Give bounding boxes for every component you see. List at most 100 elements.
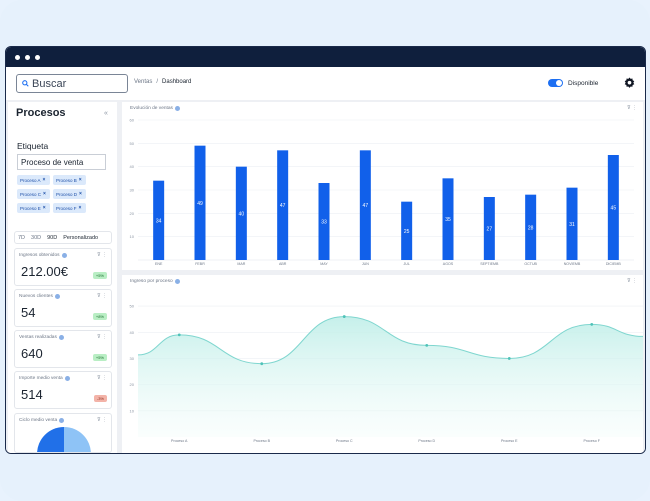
breadcrumb-ventas[interactable]: Ventas (134, 79, 152, 85)
x-tick-label: Proceso F (584, 439, 601, 443)
chip-label: Proceso F (56, 205, 77, 211)
chip-remove-icon[interactable]: × (79, 205, 82, 211)
breadcrumb-separator: / (156, 79, 159, 85)
info-icon[interactable] (58, 335, 64, 340)
chip-remove-icon[interactable]: × (79, 191, 82, 197)
tab-7d[interactable]: 7D (15, 235, 28, 241)
y-tick-label: 60 (130, 118, 135, 123)
dashboard-content: Procesos « Etiqueta Proceso de venta Pro… (6, 100, 645, 453)
tag-select[interactable]: Proceso de venta (17, 154, 106, 170)
data-point (177, 333, 181, 337)
bar-value-label: 49 (197, 201, 203, 207)
search-input[interactable]: Buscar (16, 74, 128, 93)
kpi-title: Importe medio venta (19, 376, 63, 381)
process-chip[interactable]: Proceso B × (53, 175, 86, 185)
bar-value-label: 34 (156, 218, 162, 224)
info-icon[interactable] (61, 253, 67, 258)
kpi-card-ventas: Ventas realizadas ⊽ ⋮ 640 +5% (14, 330, 112, 368)
kpi-value: 54 (21, 305, 36, 320)
sidebar-title: Procesos (16, 107, 66, 119)
bar-value-label: 25 (404, 229, 410, 235)
kpi-card-ingresos: Ingresos obtenidos ⊽ ⋮ 212.00€ +5% (14, 248, 112, 286)
filter-more-icon[interactable]: ⊽ ⋮ (97, 417, 107, 423)
process-chip[interactable]: Proceso A × (17, 175, 50, 185)
kpi-title: Ventas realizadas (19, 335, 57, 340)
data-point (342, 315, 346, 318)
availability-toggle[interactable] (548, 79, 563, 87)
chip-remove-icon[interactable]: × (43, 205, 46, 211)
window-dot-icon (35, 54, 40, 60)
process-chip[interactable]: Proceso E × (17, 203, 50, 213)
x-tick-label: MAY (320, 262, 328, 266)
top-bar: Buscar Ventas / Dashboard Disponible (6, 67, 645, 100)
x-tick-label: JUN (362, 262, 369, 266)
window-dot-icon (25, 54, 30, 60)
kpi-value: 640 (21, 346, 43, 361)
filter-more-icon[interactable]: ⊽ ⋮ (97, 252, 107, 258)
data-point (507, 357, 511, 360)
filter-more-icon[interactable]: ⊽ ⋮ (97, 334, 107, 340)
chip-remove-icon[interactable]: × (43, 177, 46, 183)
kpi-trend-badge: +5% (92, 272, 107, 279)
x-tick-label: DICIEMB (606, 262, 622, 266)
x-tick-label: Proceso B (253, 439, 270, 443)
x-tick-label: MAR (237, 262, 245, 266)
info-icon[interactable] (64, 376, 70, 381)
kpi-trend-badge: -3% (93, 395, 107, 402)
bar-value-label: 40 (239, 211, 245, 217)
tab-personalizado[interactable]: Personalizado (60, 235, 101, 241)
x-tick-label: ENE (155, 262, 163, 266)
collapse-icon[interactable]: « (104, 110, 108, 117)
pie-slice (37, 427, 64, 452)
x-tick-label: Proceso D (418, 439, 435, 443)
y-tick-label: 50 (130, 141, 135, 146)
breadcrumb-dashboard: Dashboard (162, 79, 192, 85)
kpi-value: 514 (21, 387, 43, 402)
process-chip[interactable]: Proceso C × (17, 189, 50, 199)
filter-more-icon[interactable]: ⊽ ⋮ (97, 293, 107, 299)
chip-label: Proceso E (20, 205, 41, 211)
bar-value-label: 33 (321, 220, 327, 226)
info-icon[interactable] (54, 294, 60, 299)
chip-label: Proceso B (56, 177, 77, 183)
y-tick-label: 40 (130, 164, 135, 169)
app-window: Buscar Ventas / Dashboard Disponible Pro… (5, 46, 646, 454)
kpi-card-ciclo: Ciclo medio venta ⊽ ⋮ (14, 413, 112, 453)
x-tick-label: ABR (279, 262, 287, 266)
chip-label: Proceso A (20, 177, 41, 183)
x-tick-label: JUL (403, 262, 409, 266)
date-range-tabs: 7D 30D 90D Personalizado (14, 231, 112, 244)
process-chip-list: Proceso A × Proceso B × Proceso C × Proceso… (17, 175, 107, 213)
chip-label: Proceso C (20, 191, 42, 197)
gear-icon[interactable] (624, 77, 635, 88)
filter-more-icon[interactable]: ⊽ ⋮ (97, 375, 107, 381)
y-tick-label: 50 (130, 304, 135, 309)
tag-label: Etiqueta (17, 141, 49, 151)
window-dot-icon (15, 54, 20, 60)
x-tick-label: Proceso A (171, 439, 188, 443)
bar-value-label: 35 (445, 217, 451, 223)
data-point (425, 343, 429, 347)
tab-90d[interactable]: 90D (44, 235, 60, 241)
search-placeholder: Buscar (32, 77, 67, 90)
kpi-title: Ingresos obtenidos (19, 253, 60, 258)
bar-value-label: 31 (569, 222, 575, 228)
tab-30d[interactable]: 30D (28, 235, 44, 241)
availability-label: Disponible (568, 80, 599, 87)
pie-slice (64, 427, 91, 452)
sales-evolution-panel: Evolución de ventas ⊽ ⋮ 10 20 30 40 50 60 34 EN… (122, 102, 643, 270)
app-frame: Buscar Ventas / Dashboard Disponible Pro… (0, 0, 650, 501)
kpi-title: Ciclo medio venta (19, 418, 58, 423)
data-point (260, 362, 264, 366)
y-tick-label: 20 (130, 211, 135, 216)
info-icon[interactable] (59, 418, 65, 423)
kpi-card-importe: Importe medio venta ⊽ ⋮ 514 -3% (14, 371, 112, 409)
x-tick-label: FEBR (195, 262, 205, 266)
process-chip[interactable]: Proceso F × (53, 203, 86, 213)
bar-value-label: 45 (611, 206, 617, 212)
kpi-card-clientes: Nuevos clientes ⊽ ⋮ 54 +8% (14, 289, 112, 327)
chip-remove-icon[interactable]: × (79, 177, 82, 183)
process-chip[interactable]: Proceso D × (53, 189, 86, 199)
chip-remove-icon[interactable]: × (43, 191, 46, 197)
cycle-pie-chart (37, 427, 91, 452)
